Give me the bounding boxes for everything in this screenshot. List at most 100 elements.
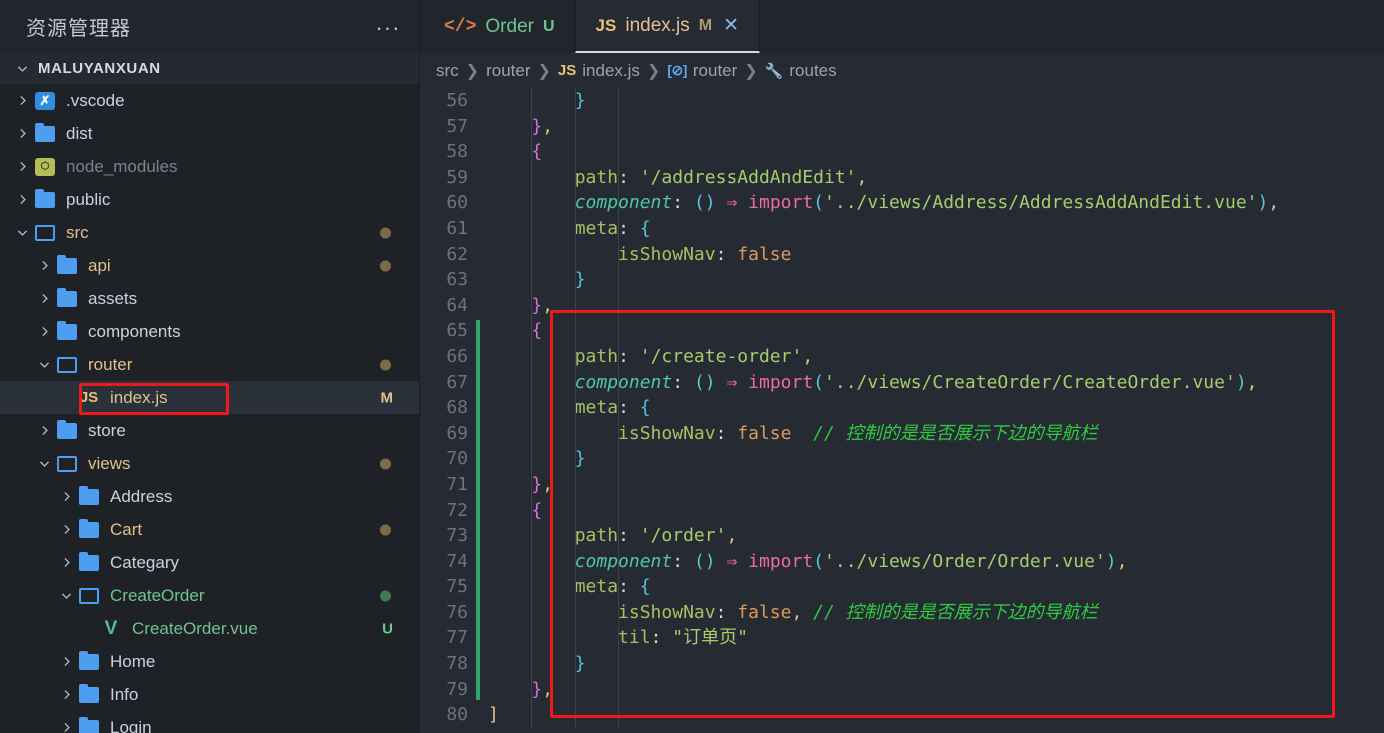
tree-item-cart[interactable]: Cart [0,513,419,546]
folder-icon [76,485,102,505]
code-line[interactable]: } [488,88,1384,114]
chevron-right-icon[interactable] [12,193,32,206]
breadcrumb-item-router[interactable]: router [486,61,530,81]
tree-item-node-modules[interactable]: ⬡ node_modules [0,150,419,183]
code-line[interactable]: meta: { [488,574,1384,600]
chevron-right-icon[interactable] [12,127,32,140]
code-line[interactable]: }, [488,293,1384,319]
chevron-down-icon[interactable] [34,358,54,371]
tree-item-label: assets [88,288,138,308]
tree-item-createorder-vue[interactable]: V CreateOrder.vue U [0,612,419,645]
code-line[interactable]: } [488,446,1384,472]
git-status-dot [380,458,391,469]
vscode-window: 资源管理器 ... MALUYANXUAN ✗ .vscode dist ⬡ node_… [0,0,1384,733]
tree-item-store[interactable]: store [0,414,419,447]
chevron-down-icon[interactable] [12,226,32,239]
code-token: : [715,601,738,623]
code-line[interactable]: isShowNav: false [488,242,1384,268]
tree-item-index-js[interactable]: JS index.js M [0,381,419,414]
chevron-right-icon[interactable] [34,424,54,437]
breadcrumb[interactable]: src ❯ router ❯ JS index.js ❯ [⊘] router ❯ 🔧 routes [420,53,1384,88]
editor-tab-order[interactable]: </> Order U [420,0,575,53]
chevron-down-icon[interactable] [56,589,76,602]
code-line[interactable]: ] [488,702,1384,728]
chevron-right-icon[interactable] [12,160,32,173]
tree-item-public[interactable]: public [0,183,419,216]
chevron-right-icon[interactable] [34,259,54,272]
chevron-down-icon[interactable] [34,457,54,470]
code-line[interactable]: } [488,267,1384,293]
tree-item-router[interactable]: router [0,348,419,381]
tree-item-home[interactable]: Home [0,645,419,678]
code-token: til [618,627,651,649]
code-line[interactable]: }, [488,677,1384,703]
chevron-right-icon[interactable] [56,721,76,733]
breadcrumb-item-router[interactable]: [⊘] router [667,61,737,81]
tree-item--vscode[interactable]: ✗ .vscode [0,84,419,117]
code-line[interactable]: isShowNav: false, // 控制的是是否展示下边的导航栏 [488,600,1384,626]
code-line[interactable]: path: '/order', [488,523,1384,549]
code-line[interactable]: til: "订单页" [488,625,1384,651]
chevron-right-icon[interactable] [12,94,32,107]
code-content[interactable]: } }, { path: '/addressAddAndEdit', compo… [478,88,1384,733]
chevron-right-icon[interactable] [56,688,76,701]
folder-open-icon [54,356,80,373]
code-line[interactable]: path: '/create-order', [488,344,1384,370]
explorer-header: 资源管理器 ... [0,0,419,53]
code-token: } [574,448,586,470]
code-editor[interactable]: 56 57 58 59 60 61 62 63 64 65 66 67 68 69 70 71 72 73 74 75… [420,88,1384,733]
tree-item-views[interactable]: views [0,447,419,480]
tree-item-label: CreateOrder [110,585,205,605]
tree-item-api[interactable]: api [0,249,419,282]
code-line[interactable]: component: () ⇒ import('../views/Address… [488,190,1384,216]
code-token: , [726,525,738,547]
code-token: () [693,371,716,393]
chevron-right-icon[interactable] [56,655,76,668]
close-icon[interactable]: ✕ [723,16,739,35]
chevron-right-icon[interactable] [56,490,76,503]
code-token: , [542,294,554,316]
code-line[interactable]: }, [488,472,1384,498]
code-token: isShowNav [618,243,716,265]
tree-item-address[interactable]: Address [0,480,419,513]
tree-item-login[interactable]: Login [0,711,419,733]
editor-tab-index-js[interactable]: JS index.js M ✕ [574,0,761,53]
code-line[interactable]: } [488,651,1384,677]
tree-item-info[interactable]: Info [0,678,419,711]
tree-item-createorder[interactable]: CreateOrder [0,579,419,612]
code-line[interactable]: meta: { [488,216,1384,242]
breadcrumb-item-routes[interactable]: 🔧 routes [765,61,837,81]
line-number: 58 [446,141,468,163]
line-number: 63 [446,269,468,291]
code-line[interactable]: { [488,318,1384,344]
code-line[interactable]: { [488,498,1384,524]
code-line[interactable]: }, [488,114,1384,140]
code-line[interactable]: meta: { [488,395,1384,421]
code-line[interactable]: path: '/addressAddAndEdit', [488,165,1384,191]
chevron-right-icon[interactable] [56,523,76,536]
more-actions-icon[interactable]: ... [376,11,401,36]
code-token: import [748,371,814,393]
tree-item-components[interactable]: components [0,315,419,348]
code-line[interactable]: component: () ⇒ import('../views/CreateO… [488,370,1384,396]
file-tree[interactable]: ✗ .vscode dist ⬡ node_modules public src api ass… [0,84,419,733]
chevron-right-icon[interactable] [56,556,76,569]
folder-icon [32,122,58,142]
chevron-right-icon[interactable] [34,325,54,338]
code-line[interactable]: component: () ⇒ import('../views/Order/O… [488,549,1384,575]
code-token: path [574,345,619,367]
chevron-right-icon[interactable] [34,292,54,305]
workspace-root-row[interactable]: MALUYANXUAN [0,53,419,84]
tree-item-dist[interactable]: dist [0,117,419,150]
breadcrumb-item-src[interactable]: src [436,61,459,81]
tree-item-src[interactable]: src [0,216,419,249]
tree-item-categary[interactable]: Categary [0,546,419,579]
editor-tabbar[interactable]: </> Order U JS index.js M ✕ [420,0,1384,53]
js-file-icon: JS [557,62,577,79]
tree-item-assets[interactable]: assets [0,282,419,315]
code-line[interactable]: isShowNav: false // 控制的是是否展示下边的导航栏 [488,421,1384,447]
breadcrumb-item-index-js[interactable]: JS index.js [558,61,640,81]
tab-git-badge: U [542,17,555,35]
code-line[interactable]: { [488,139,1384,165]
folder-icon [76,551,102,571]
